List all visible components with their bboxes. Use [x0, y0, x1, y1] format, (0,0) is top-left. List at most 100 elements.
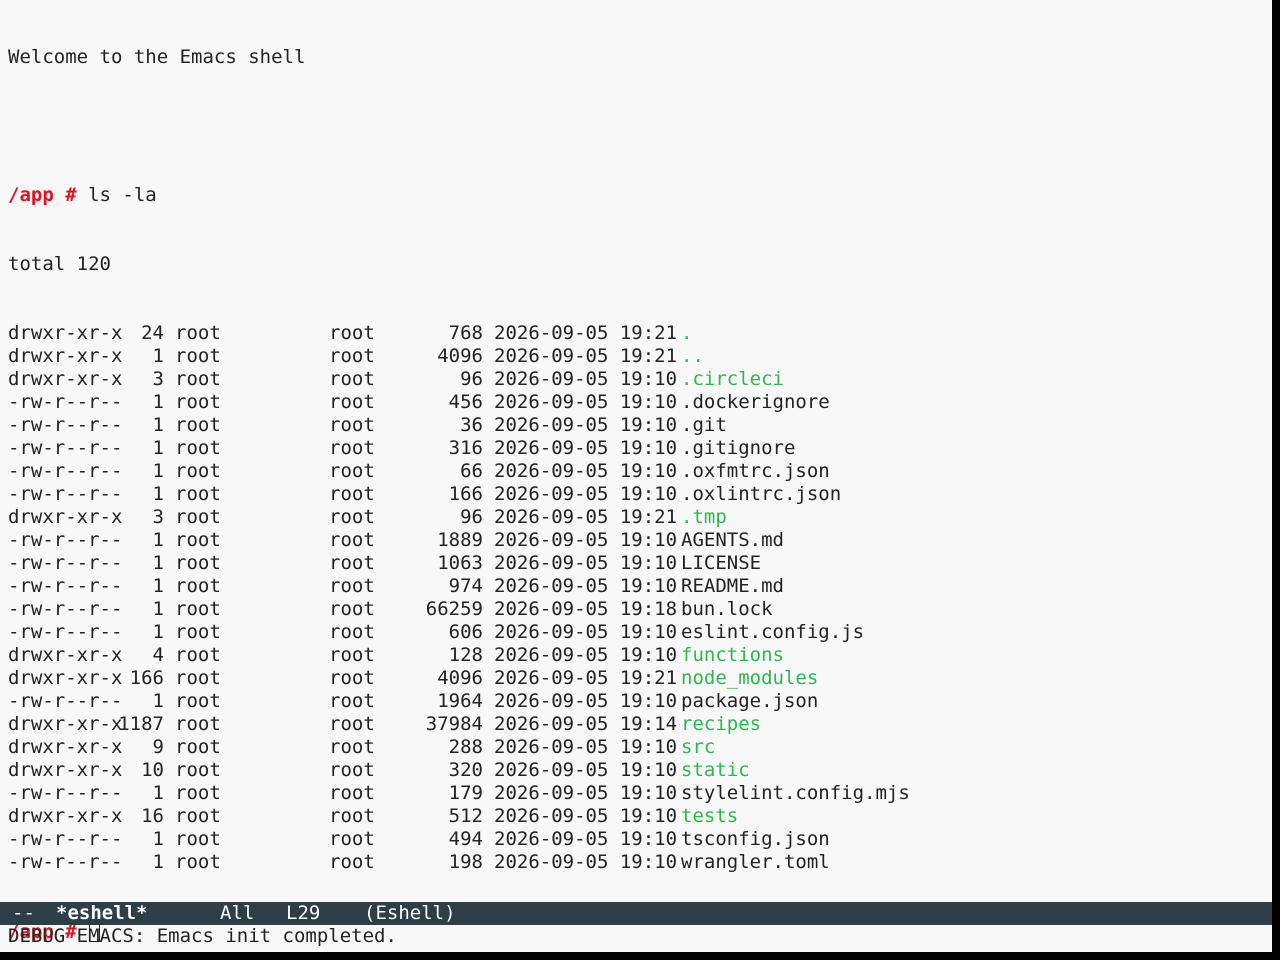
listing-row: drwxr-xr-x 4 root root 128 2026-09-05 19:10 fu… [8, 644, 1272, 667]
file-permissions: drwxr-xr-x [8, 644, 123, 666]
modeline-buffer-name[interactable]: *eshell* [56, 902, 148, 925]
file-size: 128 [448, 644, 483, 666]
file-link-count: 24 [141, 322, 164, 344]
file-owner: root [175, 644, 221, 666]
file-permissions: -rw-r--r-- [8, 782, 123, 804]
file-date: 2026-09-05 19:10 [494, 529, 678, 551]
file-link-count: 1 [152, 529, 164, 551]
file-size: 1964 [437, 690, 483, 712]
listing-row: -rw-r--r-- 1 root root 1063 2026-09-05 19:10 L… [8, 552, 1272, 575]
file-date: 2026-09-05 19:21 [494, 345, 678, 367]
directory-name[interactable]: . [681, 322, 692, 344]
file-group: root [329, 690, 375, 712]
file-name[interactable]: stylelint.config.mjs [681, 782, 910, 804]
file-name[interactable]: bun.lock [681, 598, 773, 620]
file-link-count: 16 [141, 805, 164, 827]
file-group: root [329, 736, 375, 758]
directory-name[interactable]: .. [681, 345, 704, 367]
file-size: 316 [448, 437, 483, 459]
file-permissions: -rw-r--r-- [8, 414, 123, 436]
file-link-count: 1 [152, 598, 164, 620]
file-size: 768 [448, 322, 483, 344]
file-group: root [329, 529, 375, 551]
file-date: 2026-09-05 19:10 [494, 460, 678, 482]
file-permissions: drwxr-xr-x [8, 736, 123, 758]
file-name[interactable]: README.md [681, 575, 784, 597]
file-name[interactable]: package.json [681, 690, 818, 712]
directory-name[interactable]: .circleci [681, 368, 784, 390]
file-link-count: 4 [152, 644, 164, 666]
file-name[interactable]: .git [681, 414, 727, 436]
file-owner: root [175, 736, 221, 758]
file-name[interactable]: .oxlintrc.json [681, 483, 841, 505]
listing-row: -rw-r--r-- 1 root root 974 2026-09-05 19:10 RE… [8, 575, 1272, 598]
file-link-count: 1 [152, 483, 164, 505]
file-size: 974 [448, 575, 483, 597]
modeline-major-mode[interactable]: (Eshell) [364, 902, 456, 925]
file-permissions: -rw-r--r-- [8, 575, 123, 597]
directory-name[interactable]: functions [681, 644, 784, 666]
file-permissions: drwxr-xr-x [8, 713, 123, 735]
command-line: /app # ls -la [8, 184, 1272, 207]
file-date: 2026-09-05 19:10 [494, 805, 678, 827]
file-size: 1889 [437, 529, 483, 551]
modeline-line-number: L29 [286, 902, 321, 924]
file-group: root [329, 437, 375, 459]
file-group: root [329, 506, 375, 528]
directory-name[interactable]: static [681, 759, 750, 781]
file-owner: root [175, 437, 221, 459]
file-name[interactable]: .oxfmtrc.json [681, 460, 830, 482]
file-name[interactable]: wrangler.toml [681, 851, 830, 873]
file-size: 606 [448, 621, 483, 643]
listing-row: -rw-r--r-- 1 root root 494 2026-09-05 19:10 ts… [8, 828, 1272, 851]
file-name[interactable]: AGENTS.md [681, 529, 784, 551]
file-date: 2026-09-05 19:10 [494, 828, 678, 850]
file-permissions: -rw-r--r-- [8, 828, 123, 850]
file-date: 2026-09-05 19:10 [494, 483, 678, 505]
directory-name[interactable]: tests [681, 805, 738, 827]
file-permissions: -rw-r--r-- [8, 552, 123, 574]
directory-name[interactable]: node_modules [681, 667, 818, 689]
file-link-count: 1 [152, 575, 164, 597]
file-name[interactable]: .gitignore [681, 437, 795, 459]
file-size: 96 [460, 368, 483, 390]
file-size: 179 [448, 782, 483, 804]
eshell-buffer[interactable]: Welcome to the Emacs shell /app # ls -la… [8, 0, 1272, 943]
directory-name[interactable]: .tmp [681, 506, 727, 528]
listing-row: drwxr-xr-x 1 root root 4096 2026-09-05 19:21.… [8, 345, 1272, 368]
command-text: ls -la [88, 184, 157, 206]
file-owner: root [175, 828, 221, 850]
modeline-status: -- [12, 902, 35, 924]
file-group: root [329, 667, 375, 689]
file-date: 2026-09-05 19:10 [494, 851, 678, 873]
file-date: 2026-09-05 19:10 [494, 391, 678, 413]
file-name[interactable]: .dockerignore [681, 391, 830, 413]
file-date: 2026-09-05 19:10 [494, 552, 678, 574]
file-owner: root [175, 391, 221, 413]
file-group: root [329, 322, 375, 344]
file-name[interactable]: eslint.config.js [681, 621, 864, 643]
file-link-count: 3 [152, 368, 164, 390]
file-group: root [329, 483, 375, 505]
file-name[interactable]: LICENSE [681, 552, 761, 574]
file-date: 2026-09-05 19:10 [494, 759, 678, 781]
listing-row: drwxr-xr-x 3 root root 96 2026-09-05 19:21 .tm… [8, 506, 1272, 529]
file-name[interactable]: tsconfig.json [681, 828, 830, 850]
directory-name[interactable]: src [681, 736, 715, 758]
file-permissions: -rw-r--r-- [8, 391, 123, 413]
listing-row: -rw-r--r-- 1 root root 36 2026-09-05 19:10 .gi… [8, 414, 1272, 437]
file-permissions: drwxr-xr-x [8, 322, 123, 344]
file-permissions: -rw-r--r-- [8, 529, 123, 551]
file-link-count: 1187 [118, 713, 164, 735]
file-link-count: 1 [152, 414, 164, 436]
file-group: root [329, 782, 375, 804]
file-size: 66259 [425, 598, 483, 620]
file-size: 4096 [437, 667, 483, 689]
file-owner: root [175, 414, 221, 436]
file-owner: root [175, 368, 221, 390]
listing-row: drwxr-xr-x 166 root root 4096 2026-09-05 19:2… [8, 667, 1272, 690]
welcome-message: Welcome to the Emacs shell [8, 46, 306, 68]
file-owner: root [175, 690, 221, 712]
listing-row: drwxr-xr-x 10 root root 320 2026-09-05 19:10 s… [8, 759, 1272, 782]
directory-name[interactable]: recipes [681, 713, 761, 735]
